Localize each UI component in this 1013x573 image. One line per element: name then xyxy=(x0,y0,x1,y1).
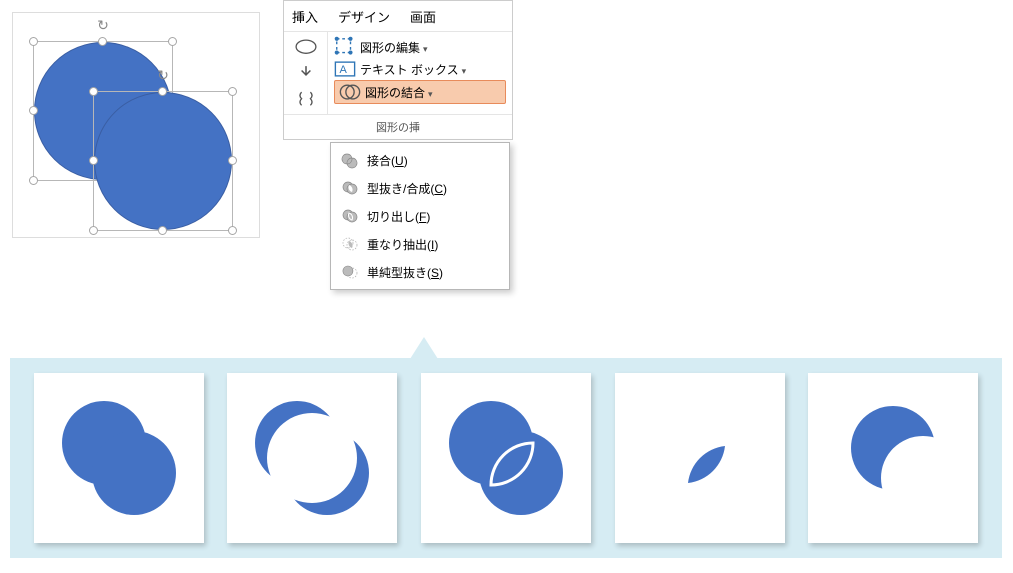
resize-handle[interactable] xyxy=(29,106,38,115)
merge-shapes-button[interactable]: 図形の結合 xyxy=(334,80,506,104)
result-tile-fragment xyxy=(421,373,591,543)
resize-handle[interactable] xyxy=(29,37,38,46)
merge-shapes-icon xyxy=(339,83,361,101)
circle-shape xyxy=(94,92,232,230)
svg-text:A: A xyxy=(340,64,348,76)
tab-insert[interactable]: 挿入 xyxy=(292,7,318,26)
menu-label: 切り出し(F) xyxy=(367,208,430,225)
menu-label: 型抜き/合成(C) xyxy=(367,180,447,197)
merge-shapes-label: 図形の結合 xyxy=(365,84,433,101)
intersect-icon xyxy=(341,235,359,253)
union-icon xyxy=(341,151,359,169)
result-tile-intersect xyxy=(615,373,785,543)
text-box-icon: A xyxy=(334,60,356,78)
edit-shape-button[interactable]: 図形の編集 xyxy=(334,36,506,58)
tab-screen[interactable]: 画面 xyxy=(410,7,436,26)
ribbon-tabs: 挿入 デザイン 画面 xyxy=(284,1,512,31)
oval-shape-icon[interactable] xyxy=(295,38,317,56)
connector-arrow xyxy=(410,337,438,359)
combine-icon xyxy=(341,179,359,197)
resize-handle[interactable] xyxy=(98,37,107,46)
menu-item-subtract[interactable]: 単純型抜き(S) xyxy=(331,258,509,286)
brace-shape-icon[interactable] xyxy=(295,90,317,108)
shapes-gallery-mini[interactable] xyxy=(284,32,328,114)
edit-shape-label: 図形の編集 xyxy=(360,39,428,56)
tab-design[interactable]: デザイン xyxy=(338,7,390,26)
menu-label: 単純型抜き(S) xyxy=(367,264,443,281)
edit-shape-icon xyxy=(334,38,356,56)
ribbon-panel: 挿入 デザイン 画面 図形の編集 A xyxy=(283,0,513,140)
rotate-handle-icon[interactable]: ↻ xyxy=(156,68,170,82)
result-tile-subtract xyxy=(808,373,978,543)
result-tile-union xyxy=(34,373,204,543)
arrow-shape-icon[interactable] xyxy=(295,64,317,82)
resize-handle[interactable] xyxy=(89,156,98,165)
drawing-canvas[interactable]: ↻ ↻ xyxy=(12,12,260,238)
resize-handle[interactable] xyxy=(228,156,237,165)
text-box-label: テキスト ボックス xyxy=(360,61,466,78)
resize-handle[interactable] xyxy=(29,176,38,185)
resize-handle[interactable] xyxy=(89,87,98,96)
menu-label: 接合(U) xyxy=(367,152,408,169)
menu-item-intersect[interactable]: 重なり抽出(I) xyxy=(331,230,509,258)
menu-label: 重なり抽出(I) xyxy=(367,236,438,253)
merge-shapes-dropdown: 接合(U) 型抜き/合成(C) 切り出し(F) 重なり抽出(I) 単純型抜き(S… xyxy=(330,142,510,290)
fragment-icon xyxy=(341,207,359,225)
resize-handle[interactable] xyxy=(228,87,237,96)
selected-shape-front[interactable]: ↻ xyxy=(93,91,233,231)
resize-handle[interactable] xyxy=(158,226,167,235)
resize-handle[interactable] xyxy=(228,226,237,235)
menu-item-fragment[interactable]: 切り出し(F) xyxy=(331,202,509,230)
resize-handle[interactable] xyxy=(158,87,167,96)
text-box-button[interactable]: A テキスト ボックス xyxy=(334,58,506,80)
result-tile-combine xyxy=(227,373,397,543)
subtract-icon xyxy=(341,263,359,281)
rotate-handle-icon[interactable]: ↻ xyxy=(96,18,110,32)
menu-item-union[interactable]: 接合(U) xyxy=(331,146,509,174)
ribbon-group-label: 図形の挿 xyxy=(284,114,512,139)
resize-handle[interactable] xyxy=(89,226,98,235)
resize-handle[interactable] xyxy=(168,37,177,46)
results-strip xyxy=(10,358,1002,558)
menu-item-combine[interactable]: 型抜き/合成(C) xyxy=(331,174,509,202)
